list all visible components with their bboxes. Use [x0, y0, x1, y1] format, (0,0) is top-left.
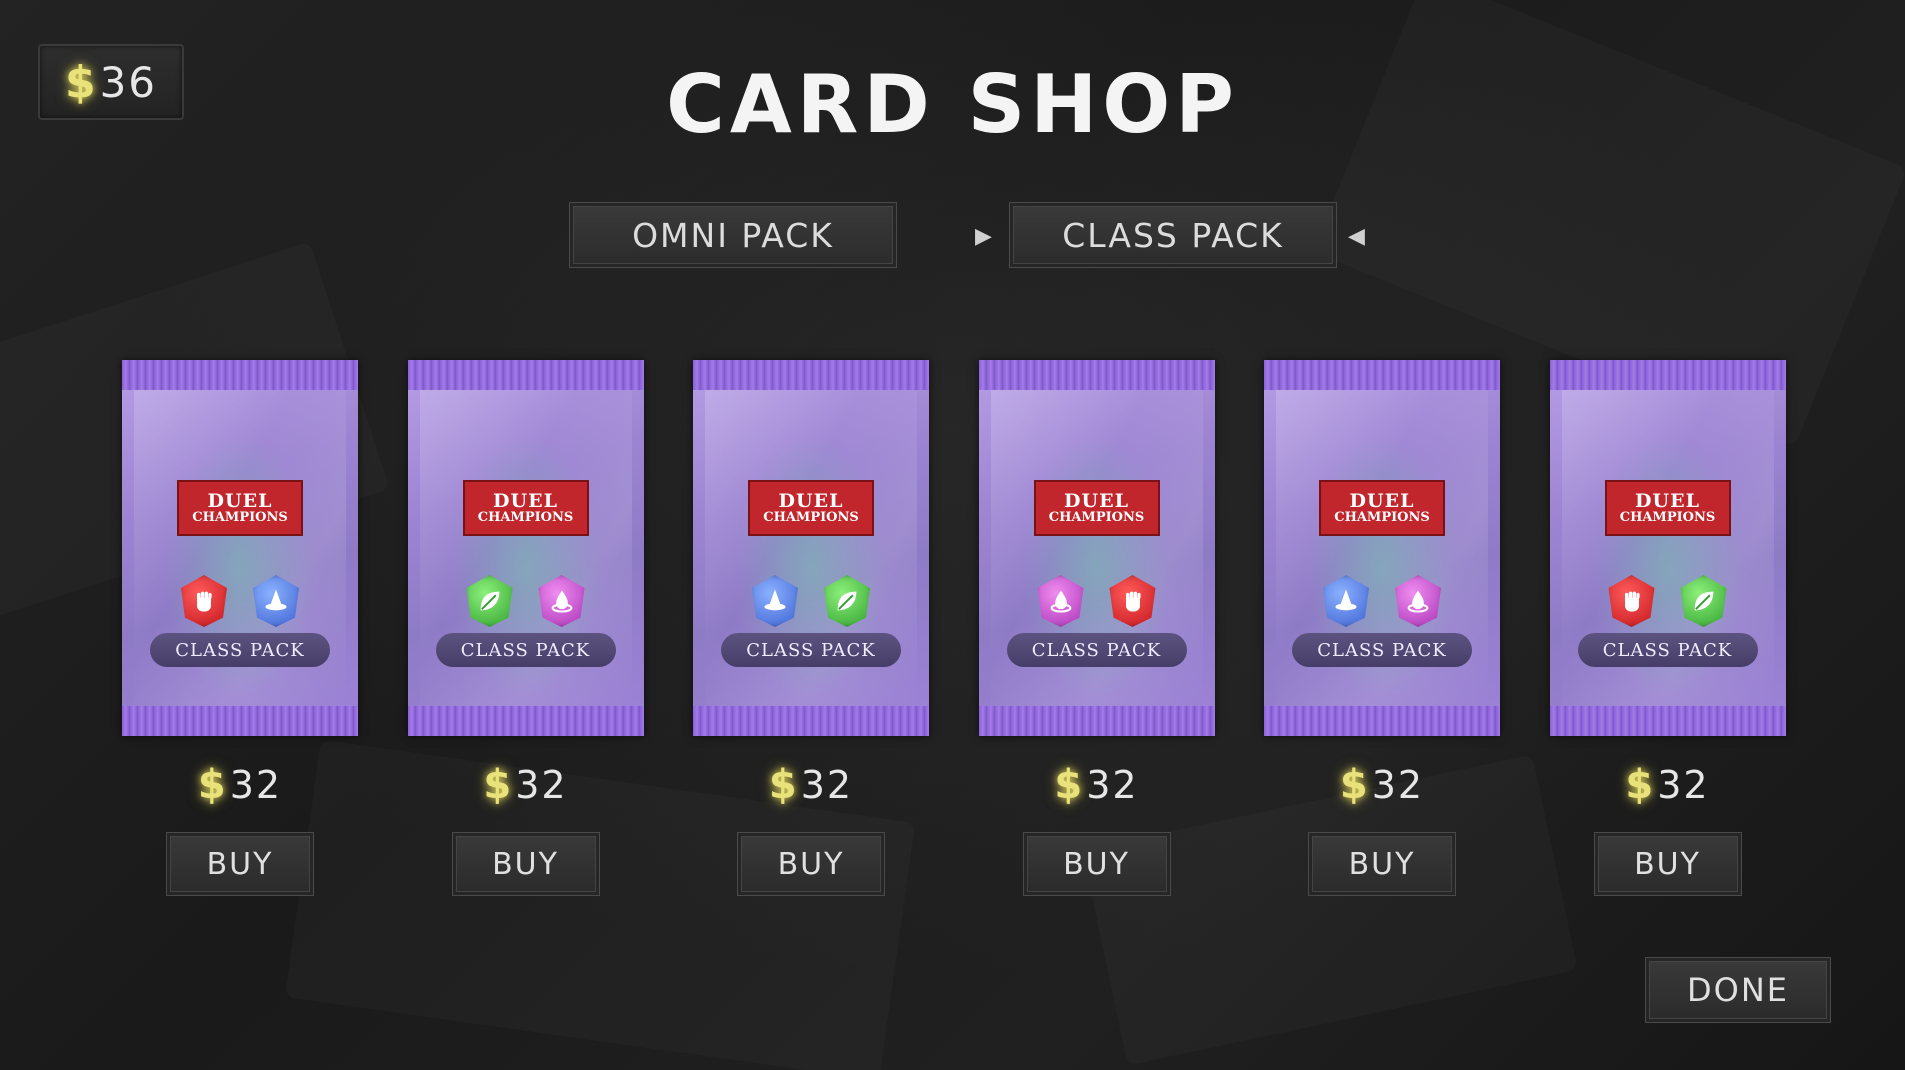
logo-line1: DUEL — [493, 490, 558, 512]
class-pack-card[interactable]: DUEL CHAMPIONS CLASS PACK — [1549, 360, 1786, 736]
logo-line1: DUEL — [207, 490, 273, 512]
duel-champions-logo: DUEL CHAMPIONS — [1033, 480, 1160, 536]
fist-icon — [181, 575, 227, 627]
pack-item: DUEL CHAMPIONS CLASS PACK $ 32 BUY — [1264, 360, 1500, 896]
pack-price: $ 32 — [1550, 762, 1786, 808]
pack-price: $ 32 — [693, 762, 929, 808]
pack-item: DUEL CHAMPIONS CLASS PACK $ 32 BUY — [407, 360, 644, 896]
pack-label: CLASS PACK — [435, 633, 616, 667]
tab-class-pack[interactable]: CLASS PACK — [1009, 202, 1337, 268]
class-icons — [1550, 575, 1786, 627]
pack-label: CLASS PACK — [1577, 633, 1758, 667]
class-icons — [693, 575, 929, 627]
price-amount: 32 — [1657, 763, 1710, 807]
pack-price: $ 32 — [122, 762, 358, 808]
pack-price: $ 32 — [408, 762, 644, 808]
drop-icon — [1037, 575, 1084, 627]
pack-label: CLASS PACK — [1006, 633, 1187, 667]
drop-icon — [1395, 575, 1441, 627]
fist-icon — [1109, 575, 1156, 627]
selected-arrow-right-icon: ▶ — [975, 224, 992, 249]
duel-champions-logo: DUEL CHAMPIONS — [748, 480, 874, 536]
leaf-icon — [824, 575, 870, 627]
class-icons — [408, 575, 644, 627]
done-button[interactable]: DONE — [1645, 957, 1831, 1023]
pack-label: CLASS PACK — [721, 633, 901, 667]
coin-icon: $ — [1054, 762, 1083, 808]
leaf-icon — [1680, 575, 1727, 627]
duel-champions-logo: DUEL CHAMPIONS — [462, 480, 589, 536]
wizard-hat-icon — [253, 575, 299, 627]
pack-price: $ 32 — [1264, 762, 1500, 808]
duel-champions-logo: DUEL CHAMPIONS — [1319, 480, 1445, 536]
logo-line1: DUEL — [1635, 490, 1700, 512]
coin-icon: $ — [768, 762, 797, 808]
logo-line1: DUEL — [1349, 490, 1415, 512]
buy-button[interactable]: BUY — [451, 832, 600, 896]
class-pack-card[interactable]: DUEL CHAMPIONS CLASS PACK — [693, 360, 929, 736]
class-icons — [122, 575, 358, 627]
logo-line2: CHAMPIONS — [763, 510, 859, 525]
leaf-icon — [466, 575, 513, 627]
pack-label: CLASS PACK — [150, 633, 330, 667]
logo-line2: CHAMPIONS — [1334, 510, 1430, 525]
pack-item: DUEL CHAMPIONS CLASS PACK $ 32 BUY — [978, 360, 1215, 896]
buy-button[interactable]: BUY — [166, 832, 314, 896]
logo-line1: DUEL — [778, 490, 844, 512]
pack-label: CLASS PACK — [1292, 633, 1472, 667]
logo-line2: CHAMPIONS — [1048, 510, 1145, 525]
class-pack-card[interactable]: DUEL CHAMPIONS CLASS PACK — [407, 360, 644, 736]
class-icons — [979, 575, 1215, 627]
logo-line2: CHAMPIONS — [477, 510, 574, 525]
pack-item: DUEL CHAMPIONS CLASS PACK $ 32 BUY — [122, 360, 358, 896]
logo-line2: CHAMPIONS — [192, 510, 288, 525]
buy-button[interactable]: BUY — [737, 832, 885, 896]
buy-button[interactable]: BUY — [1308, 832, 1456, 896]
tab-omni-pack[interactable]: OMNI PACK — [569, 202, 897, 268]
page-title: CARD SHOP — [666, 58, 1239, 151]
selected-arrow-left-icon: ◀ — [1348, 224, 1365, 249]
wizard-hat-icon — [1323, 575, 1369, 627]
class-pack-card[interactable]: DUEL CHAMPIONS CLASS PACK — [122, 360, 358, 736]
card-shop-screen: $ 36 CARD SHOP OMNI PACK ▶ CLASS PACK ◀ … — [0, 0, 1905, 1070]
logo-line2: CHAMPIONS — [1619, 510, 1716, 525]
price-amount: 32 — [229, 763, 283, 807]
pack-price: $ 32 — [979, 762, 1215, 808]
logo-line1: DUEL — [1064, 490, 1129, 512]
class-pack-card[interactable]: DUEL CHAMPIONS CLASS PACK — [978, 360, 1215, 736]
price-amount: 32 — [1371, 763, 1425, 807]
coin-icon: $ — [1339, 762, 1368, 808]
class-icons — [1264, 575, 1500, 627]
pack-item: DUEL CHAMPIONS CLASS PACK $ 32 BUY — [693, 360, 929, 896]
buy-button[interactable]: BUY — [1593, 832, 1742, 896]
duel-champions-logo: DUEL CHAMPIONS — [177, 480, 303, 536]
coin-icon: $ — [197, 762, 226, 808]
coin-icon: $ — [1625, 762, 1654, 808]
pack-item: DUEL CHAMPIONS CLASS PACK $ 32 BUY — [1549, 360, 1786, 896]
price-amount: 32 — [515, 763, 568, 807]
wizard-hat-icon — [752, 575, 798, 627]
price-amount: 32 — [1086, 763, 1139, 807]
fist-icon — [1608, 575, 1655, 627]
coin-icon: $ — [483, 762, 512, 808]
drop-icon — [538, 575, 585, 627]
buy-button[interactable]: BUY — [1022, 832, 1171, 896]
class-pack-card[interactable]: DUEL CHAMPIONS CLASS PACK — [1264, 360, 1500, 736]
duel-champions-logo: DUEL CHAMPIONS — [1604, 480, 1731, 536]
price-amount: 32 — [800, 763, 854, 807]
